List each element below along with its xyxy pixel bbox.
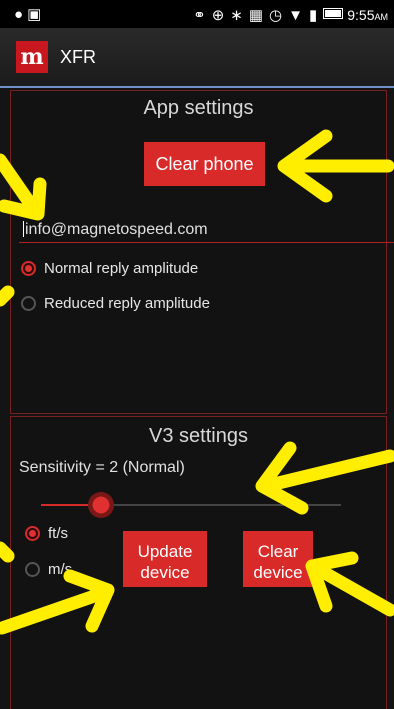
clear-device-line2: device	[253, 563, 303, 582]
action-bar: m XFR	[0, 28, 394, 88]
app-title: XFR	[60, 47, 96, 67]
arrow-partial-left-top	[0, 285, 15, 307]
v3-settings-panel: V3 settings Sensitivity = 2 (Normal) ft/…	[10, 416, 387, 709]
radio-normal-reply[interactable]: Normal reply amplitude	[21, 260, 198, 277]
headset-icon: ⚭	[193, 7, 206, 24]
status-time: 9:55	[347, 7, 375, 23]
bluetooth-icon: ∗	[230, 7, 243, 24]
radio-ft-s[interactable]: ft/s	[25, 525, 68, 542]
sensitivity-slider[interactable]	[41, 492, 341, 518]
radio-ft-s-label: ft/s	[48, 525, 69, 542]
radio-reduced-reply-label: Reduced reply amplitude	[44, 295, 210, 312]
clear-device-button[interactable]: Clear device	[243, 531, 313, 587]
v3-settings-title: V3 settings	[149, 425, 248, 447]
arrow-partial-left-mid	[0, 541, 15, 563]
battery-icon	[323, 8, 344, 19]
email-value: info@magnetospeed.com	[25, 221, 208, 238]
radio-m-s-label: m/s	[48, 561, 73, 578]
alarm-icon: ◷	[269, 7, 283, 24]
gps-icon: ⊕	[211, 7, 225, 24]
status-bar: ●▣ ⚭ ⊕ ∗ ▦ ◷ ▼ ▮ 9:55AM	[0, 0, 394, 28]
radio-button-unselected[interactable]	[25, 562, 40, 577]
radio-normal-reply-label: Normal reply amplitude	[44, 260, 199, 277]
bag-icon: ▣	[27, 6, 46, 23]
wifi-icon: ▼	[288, 7, 303, 24]
text-caret	[23, 221, 24, 237]
update-device-line2: device	[140, 563, 190, 582]
radio-button-selected[interactable]	[25, 526, 40, 541]
sensitivity-slider-thumb[interactable]	[88, 492, 114, 518]
status-left-icons: ●▣	[14, 5, 45, 23]
update-device-button[interactable]: Update device	[123, 531, 207, 587]
status-ampm: AM	[374, 12, 389, 22]
clear-phone-button[interactable]: Clear phone	[144, 142, 265, 186]
sensitivity-label: Sensitivity = 2 (Normal)	[19, 459, 185, 476]
signal-icon: ▮	[308, 7, 318, 24]
status-right-icons: ⚭ ⊕ ∗ ▦ ◷ ▼ ▮ 9:55AM	[193, 6, 388, 24]
circle-icon: ●	[14, 6, 28, 23]
update-device-line1: Update	[137, 542, 193, 561]
clear-device-line1: Clear	[257, 542, 299, 561]
nfc-icon: ▦	[248, 7, 264, 24]
radio-reduced-reply[interactable]: Reduced reply amplitude	[21, 295, 210, 312]
radio-button-unselected[interactable]	[21, 296, 36, 311]
app-logo-icon[interactable]: m	[16, 41, 48, 73]
app-settings-panel: App settings Clear phone info@magnetospe…	[10, 90, 394, 414]
app-settings-title: App settings	[143, 97, 254, 119]
radio-button-selected[interactable]	[21, 261, 36, 276]
radio-m-s[interactable]: m/s	[25, 561, 72, 578]
email-field[interactable]: info@magnetospeed.com	[19, 221, 394, 243]
